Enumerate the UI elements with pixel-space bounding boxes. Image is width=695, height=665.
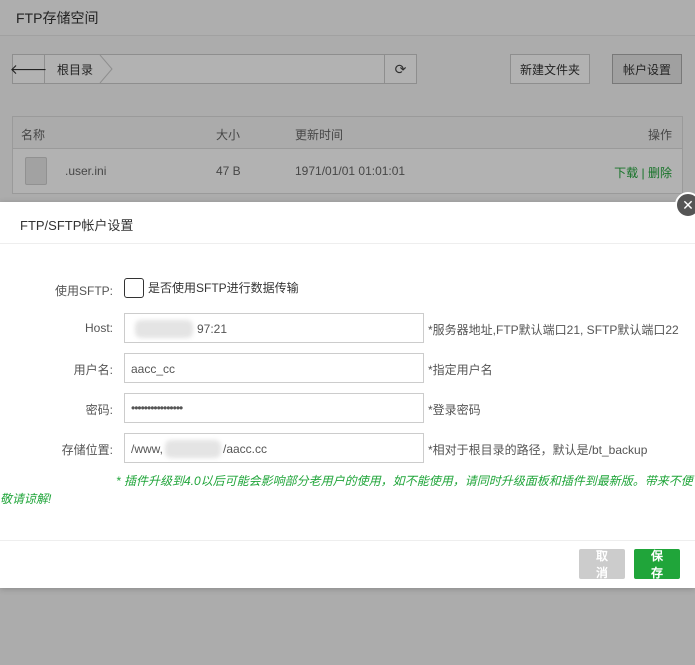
dialog-footer: 取消 保存 xyxy=(0,540,695,588)
host-hint: *服务器地址,FTP默认端口21, SFTP默认端口22 xyxy=(428,323,679,337)
password-row: 密码: •••••••••••••••• *登录密码 xyxy=(0,393,695,423)
redacted-mask xyxy=(165,440,221,458)
storage-row: 存储位置: /www, /aacc.cc *相对于根目录的路径，默认是/bt_b… xyxy=(0,433,695,463)
cancel-button[interactable]: 取消 xyxy=(579,549,625,580)
password-label: 密码: xyxy=(85,403,113,417)
notice-line-2: 敬请谅解! xyxy=(0,492,52,506)
host-input[interactable]: 97:21 xyxy=(124,313,424,343)
host-label: Host: xyxy=(84,321,113,335)
host-value: 97:21 xyxy=(197,322,228,336)
username-hint: *指定用户名 xyxy=(428,363,493,377)
storage-input[interactable]: /www, /aacc.cc xyxy=(124,433,424,463)
password-input[interactable]: •••••••••••••••• xyxy=(124,393,424,423)
ftp-account-settings-dialog: FTP/SFTP帐户设置 ✕ 使用SFTP: 是否使用SFTP进行数据传输 Ho… xyxy=(0,192,695,588)
storage-hint: *相对于根目录的路径，默认是/bt_backup xyxy=(428,443,648,457)
password-value: •••••••••••••••• xyxy=(131,401,183,415)
storage-suffix: /aacc.cc xyxy=(223,442,268,456)
close-icon: ✕ xyxy=(682,197,694,213)
close-button[interactable]: ✕ xyxy=(675,192,695,218)
username-label: 用户名: xyxy=(73,363,113,377)
storage-label: 存储位置: xyxy=(61,443,113,457)
username-value: aacc_cc xyxy=(131,362,176,376)
sftp-checkbox-label[interactable]: 是否使用SFTP进行数据传输 xyxy=(148,279,299,296)
save-button[interactable]: 保存 xyxy=(634,549,680,580)
host-row: Host: 97:21 *服务器地址,FTP默认端口21, SFTP默认端口22 xyxy=(0,313,695,343)
sftp-row: 使用SFTP: 是否使用SFTP进行数据传输 xyxy=(0,274,695,304)
password-hint: *登录密码 xyxy=(428,403,481,417)
dialog-title: FTP/SFTP帐户设置 xyxy=(0,202,695,244)
sftp-label: 使用SFTP: xyxy=(54,284,113,298)
sftp-checkbox[interactable] xyxy=(124,278,144,298)
username-input[interactable]: aacc_cc xyxy=(124,353,424,383)
storage-prefix: /www, xyxy=(131,442,164,456)
notice-line-1: * 插件升级到4.0以后可能会影响部分老用户的使用，如不能使用，请同时升级面板和… xyxy=(116,474,693,488)
redacted-mask xyxy=(135,320,193,338)
username-row: 用户名: aacc_cc *指定用户名 xyxy=(0,353,695,383)
